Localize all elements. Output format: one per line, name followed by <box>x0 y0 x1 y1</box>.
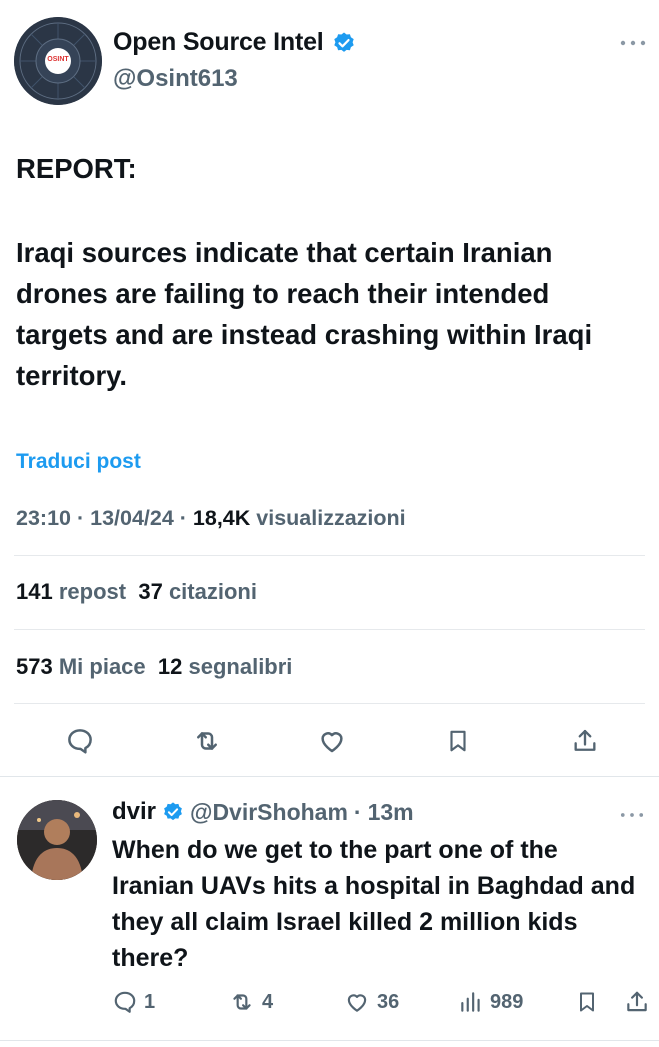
verified-badge-icon <box>162 801 184 823</box>
tweet-date[interactable]: 13/04/24 <box>90 506 174 530</box>
quotes-label[interactable]: citazioni <box>169 579 257 604</box>
quotes-count[interactable]: 37 <box>138 579 162 604</box>
tweet-time[interactable]: 23:10 <box>16 506 71 530</box>
author-handle[interactable]: @Osint613 <box>113 65 238 93</box>
more-horizontal-icon[interactable] <box>620 806 644 824</box>
reply-replies-count: 1 <box>144 990 156 1013</box>
bookmarks-label[interactable]: segnalibri <box>189 654 293 679</box>
reply-views-button[interactable]: 989 <box>458 989 523 1015</box>
bottom-divider <box>0 1040 659 1041</box>
reply-views-count: 989 <box>490 990 524 1013</box>
divider <box>14 629 645 630</box>
reply-time[interactable]: 13m <box>368 799 414 826</box>
reply-reposts-button[interactable]: 4 <box>228 989 273 1015</box>
analytics-icon <box>458 989 484 1015</box>
share-icon[interactable] <box>624 988 650 1021</box>
tweet-heading: REPORT: <box>16 153 137 184</box>
like-icon <box>343 989 371 1015</box>
likes-count[interactable]: 573 <box>16 654 53 679</box>
bookmark-icon[interactable] <box>438 721 478 761</box>
reply-author-name[interactable]: dvir <box>112 798 156 826</box>
reply-author-handle[interactable]: @DvirShoham <box>190 799 348 826</box>
reposts-count[interactable]: 141 <box>16 579 53 604</box>
author-name[interactable]: Open Source Intel <box>113 28 324 57</box>
reply-body: When do we get to the part one of the Ir… <box>112 836 636 972</box>
reply-separator: · <box>353 798 362 825</box>
views-label: visualizzazioni <box>256 506 406 530</box>
views-count: 18,4K <box>192 506 251 530</box>
retweet-icon <box>228 989 256 1015</box>
reply-reposts-count: 4 <box>262 990 274 1013</box>
avatar-logo-text: OSINT <box>47 56 69 63</box>
translate-link[interactable]: Traduci post <box>16 450 141 474</box>
divider <box>14 555 645 556</box>
like-icon[interactable] <box>312 721 352 761</box>
more-horizontal-icon[interactable] <box>620 30 646 53</box>
tweet-meta: 23:10 · 13/04/24 · 18,4K visualizzazioni <box>16 506 406 530</box>
engagement-row-likes: 573 Mi piace 12 segnalibri <box>16 654 292 680</box>
reply-icon[interactable] <box>60 721 100 761</box>
bookmarks-count[interactable]: 12 <box>158 654 182 679</box>
reply-icon <box>112 989 138 1015</box>
reply-author-avatar[interactable] <box>17 800 97 880</box>
bookmark-icon[interactable] <box>575 988 599 1021</box>
reply-likes-count: 36 <box>377 990 400 1013</box>
divider <box>14 703 645 704</box>
engagement-row-reposts: 141 repost 37 citazioni <box>16 579 257 605</box>
retweet-icon[interactable] <box>187 721 227 761</box>
tweet-body: Iraqi sources indicate that certain Iran… <box>16 237 593 391</box>
reply-likes-button[interactable]: 36 <box>343 989 399 1015</box>
share-icon[interactable] <box>565 721 605 761</box>
section-divider <box>0 776 659 777</box>
likes-label[interactable]: Mi piace <box>59 654 146 679</box>
verified-badge-icon <box>332 31 356 55</box>
reposts-label[interactable]: repost <box>59 579 126 604</box>
reply-replies-button[interactable]: 1 <box>112 989 155 1015</box>
author-avatar[interactable]: OSINT <box>14 17 102 105</box>
